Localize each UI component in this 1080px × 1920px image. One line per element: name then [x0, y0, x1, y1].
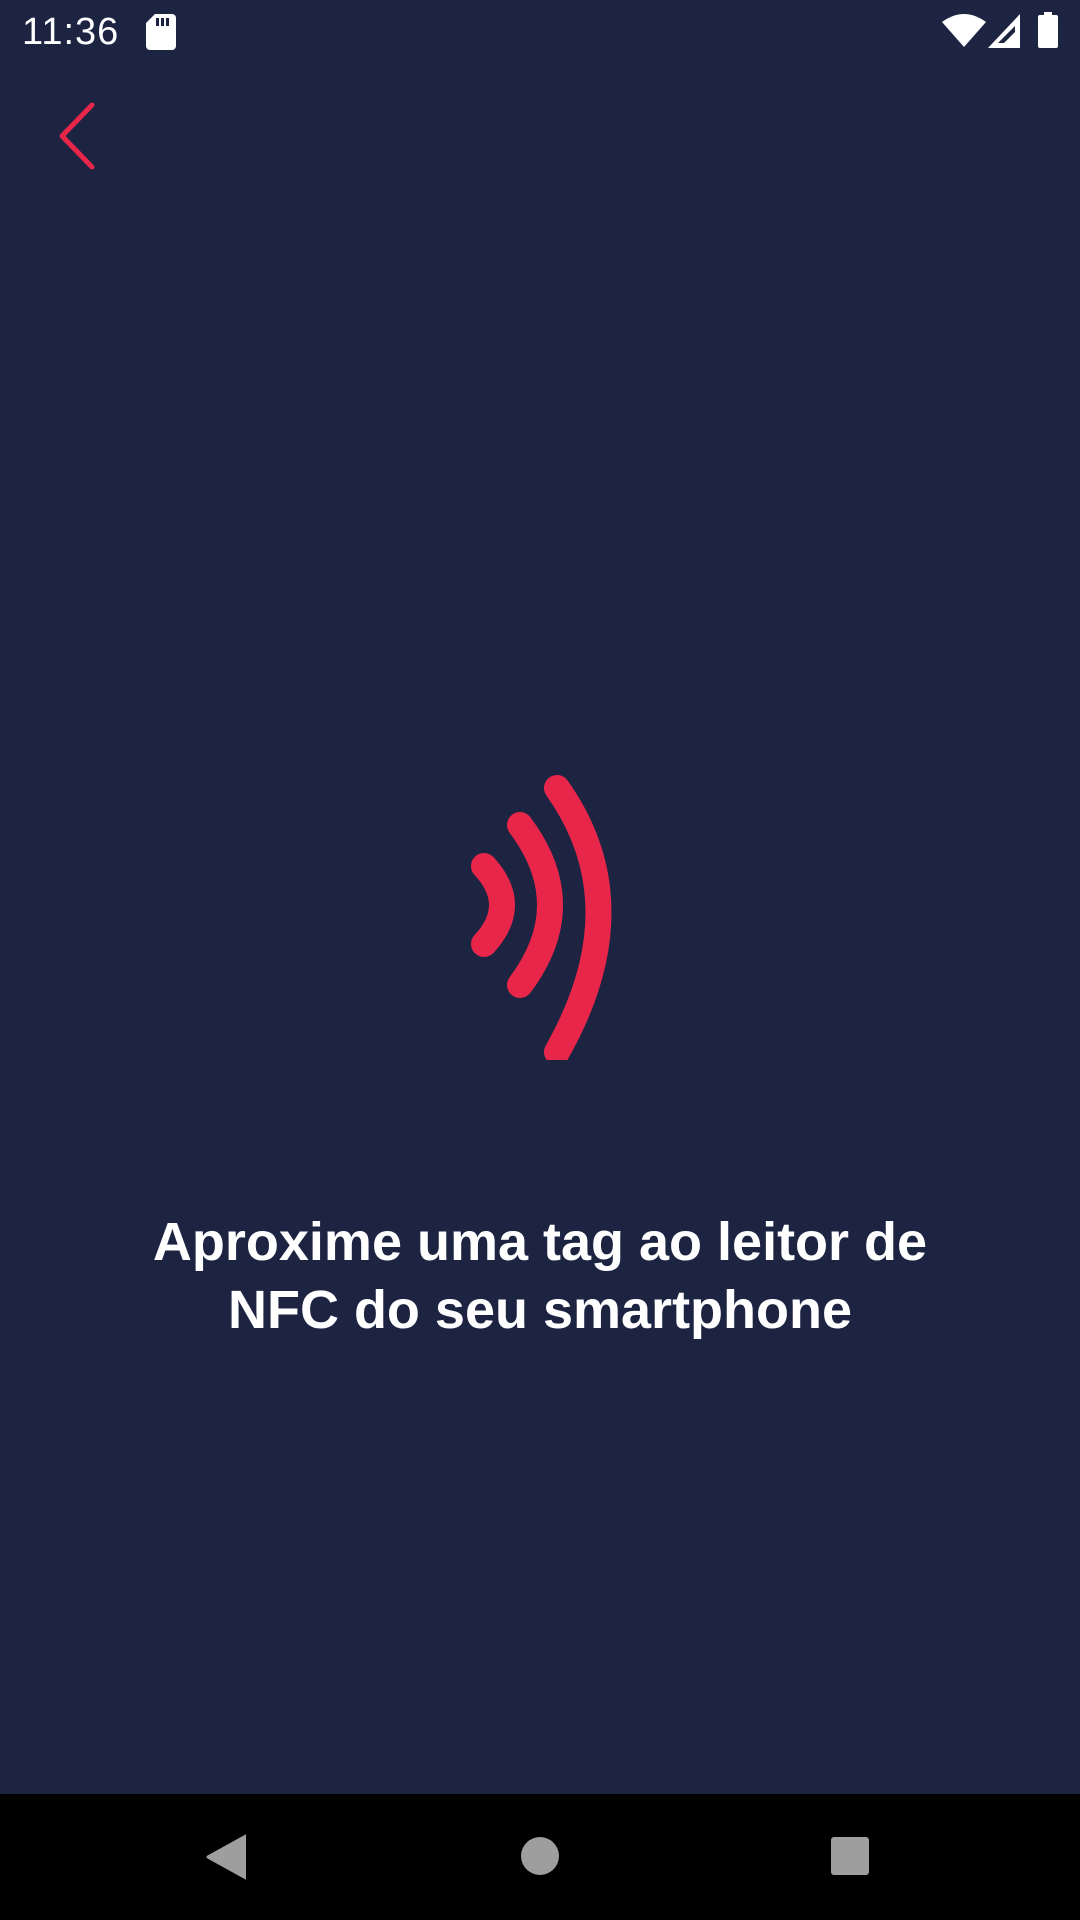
instruction-line-1: Aproxime uma tag ao leitor de — [152, 1212, 928, 1272]
nfc-waves-icon — [471, 775, 612, 1060]
nav-recents-icon[interactable] — [830, 1836, 870, 1876]
sd-card-icon — [146, 14, 176, 50]
status-time: 11:36 — [22, 11, 120, 53]
instruction-text: Aproxime uma tag ao leitor de NFC do seu… — [90, 1208, 990, 1344]
nav-back-icon[interactable] — [204, 1834, 246, 1880]
nav-home-icon[interactable] — [520, 1836, 560, 1876]
navigation-bar — [0, 1794, 1080, 1920]
nfc-read-screen: 11:36 Aproxime uma tag ao leitor de NFC … — [0, 0, 1080, 1920]
instruction-line-2: NFC do seu smartphone — [227, 1280, 853, 1340]
back-button[interactable] — [40, 95, 112, 177]
battery-icon — [1038, 12, 1058, 48]
status-bar: 11:36 — [0, 0, 1080, 63]
wifi-icon — [942, 14, 986, 47]
chevron-left-icon — [59, 102, 95, 170]
cell-signal-icon — [988, 14, 1020, 48]
